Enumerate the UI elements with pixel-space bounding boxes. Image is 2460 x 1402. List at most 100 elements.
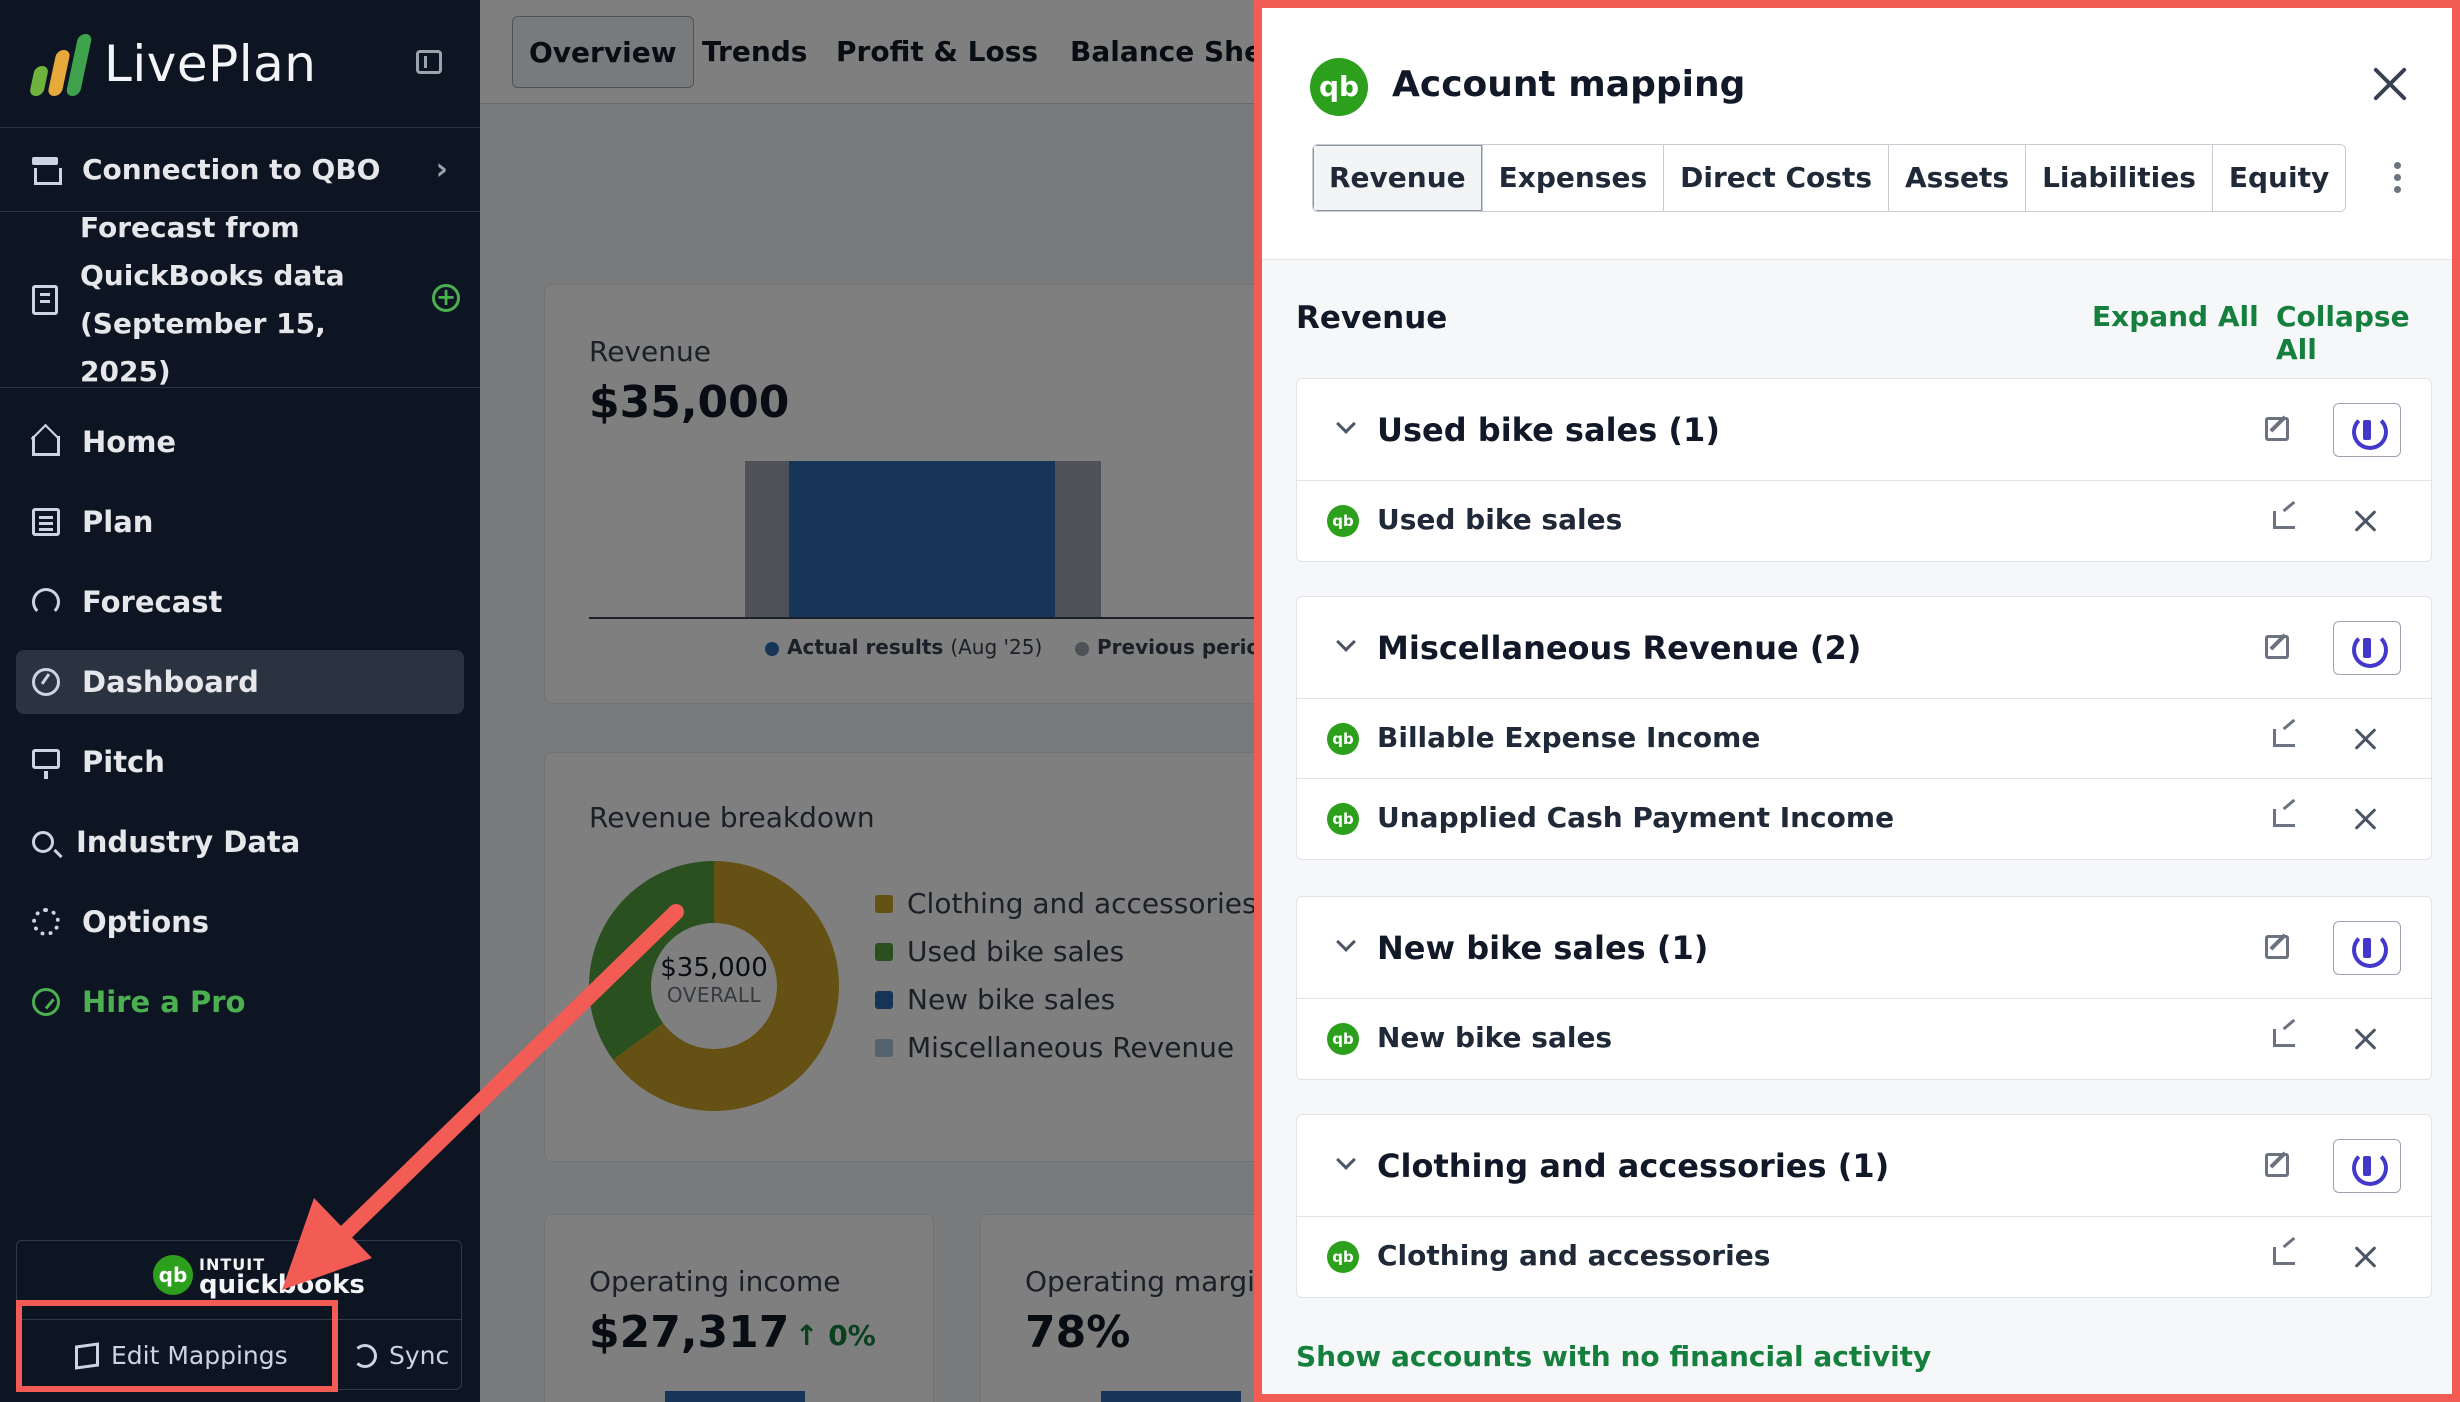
tab-assets[interactable]: Assets [1889,145,2027,211]
dashboard-icon [32,668,60,696]
section-title: Revenue [1296,300,1448,336]
move-account-icon[interactable] [2273,729,2295,747]
nav-label: Pitch [82,745,165,779]
home-icon [32,436,60,456]
chevron-down-icon[interactable] [1336,1150,1356,1170]
connection-to-qbo[interactable]: Connection to QBO › [0,128,480,212]
panel-header: qb Account mapping Revenue Expenses Dire… [1262,8,2452,260]
pitch-icon [32,749,60,779]
account-name: Used bike sales [1377,503,1623,536]
nav-label: Forecast [82,585,223,619]
nav-item-hire-a-pro[interactable]: Hire a Pro [16,970,464,1034]
forecast-source[interactable]: Forecast from QuickBooks data (September… [0,211,480,388]
brand-header: LivePlan [0,0,480,128]
group-header[interactable]: New bike sales (1) [1297,897,2431,999]
nav-item-pitch[interactable]: Pitch [16,730,464,794]
edit-icon[interactable] [2265,935,2289,959]
show-inactive-accounts-link[interactable]: Show accounts with no financial activity [1296,1340,1931,1373]
tab-direct-costs[interactable]: Direct Costs [1664,145,1890,211]
liveplan-logo-icon [28,32,93,96]
expand-all-link[interactable]: Expand All [2092,300,2259,333]
group-title: New bike sales (1) [1377,929,1709,967]
collapse-all-link[interactable]: Collapse All [2276,300,2452,366]
nav-item-plan[interactable]: Plan [16,490,464,554]
account-row: qb Clothing and accessories [1297,1217,2431,1297]
sync-label: Sync [389,1341,450,1370]
close-icon[interactable] [2370,64,2410,104]
nav-item-home[interactable]: Home [16,410,464,474]
tab-liabilities[interactable]: Liabilities [2026,145,2213,211]
mapping-group-miscellaneous-revenue: Miscellaneous Revenue (2) qb Billable Ex… [1296,596,2432,860]
sync-button[interactable]: Sync [353,1341,449,1370]
document-copy-icon [32,284,58,315]
group-title: Clothing and accessories (1) [1377,1147,1890,1185]
sidebar: LivePlan Connection to QBO › Forecast fr… [0,0,480,1402]
remove-account-icon[interactable] [2351,805,2379,833]
quickbooks-wordmark: quickbooks [199,1270,365,1300]
quickbooks-logo: qb INTUIT quickbooks [153,1255,365,1300]
connection-label: Connection to QBO [82,153,381,186]
account-row: qb Billable Expense Income [1297,699,2431,779]
account-name: New bike sales [1377,1021,1613,1054]
forecast-icon [32,588,60,616]
remap-sync-button[interactable] [2333,921,2401,975]
move-account-icon[interactable] [2273,1247,2295,1265]
group-header[interactable]: Miscellaneous Revenue (2) [1297,597,2431,699]
group-title: Used bike sales (1) [1377,411,1720,449]
tab-expenses[interactable]: Expenses [1482,145,1665,211]
edit-icon[interactable] [2265,635,2289,659]
mapping-group-used-bike-sales: Used bike sales (1) qb Used bike sales [1296,378,2432,562]
mapping-group-new-bike-sales: New bike sales (1) qb New bike sales [1296,896,2432,1080]
main-nav: Home Plan Forecast Dashboard Pitch Indus… [0,388,480,1034]
mapping-group-clothing-and-accessories: Clothing and accessories (1) qb Clothing… [1296,1114,2432,1298]
chevron-down-icon[interactable] [1336,414,1356,434]
group-header[interactable]: Clothing and accessories (1) [1297,1115,2431,1217]
plan-icon [32,508,60,536]
nav-label: Plan [82,505,154,539]
remap-sync-button[interactable] [2333,403,2401,457]
quickbooks-icon: qb [1327,803,1359,835]
nav-item-forecast[interactable]: Forecast [16,570,464,634]
tab-revenue[interactable]: Revenue [1313,145,1483,211]
brand-name: LivePlan [104,34,317,93]
remap-sync-button[interactable] [2333,1139,2401,1193]
add-forecast-icon[interactable]: + [432,284,460,312]
sidebar-collapse-icon[interactable] [416,50,442,74]
move-account-icon[interactable] [2273,511,2295,529]
nav-item-industry-data[interactable]: Industry Data [16,810,464,874]
quickbooks-icon: qb [1327,1023,1359,1055]
store-icon [32,156,62,185]
account-name: Clothing and accessories [1377,1239,1771,1272]
more-options-icon[interactable] [2394,162,2402,194]
nav-label: Dashboard [82,665,259,699]
group-header[interactable]: Used bike sales (1) [1297,379,2431,481]
account-type-tabs: Revenue Expenses Direct Costs Assets Lia… [1312,144,2347,212]
nav-label: Industry Data [76,825,301,859]
nav-item-dashboard[interactable]: Dashboard [16,650,464,714]
move-account-icon[interactable] [2273,1029,2295,1047]
remove-account-icon[interactable] [2351,1243,2379,1271]
remove-account-icon[interactable] [2351,1025,2379,1053]
chevron-down-icon[interactable] [1336,932,1356,952]
remap-sync-button[interactable] [2333,621,2401,675]
chevron-down-icon[interactable] [1336,632,1356,652]
nav-item-options[interactable]: Options [16,890,464,954]
edit-icon[interactable] [2265,417,2289,441]
tab-equity[interactable]: Equity [2212,145,2346,211]
chevron-right-icon: › [435,152,448,187]
quickbooks-icon: qb [1327,1241,1359,1273]
move-account-icon[interactable] [2273,809,2295,827]
account-row: qb Unapplied Cash Payment Income [1297,779,2431,859]
sync-icon [353,1343,377,1368]
edit-icon[interactable] [2265,1153,2289,1177]
panel-title: Account mapping [1392,64,1746,105]
remove-account-icon[interactable] [2351,507,2379,535]
remove-account-icon[interactable] [2351,725,2379,753]
account-name: Billable Expense Income [1377,721,1761,754]
forecast-line-1: Forecast from [80,210,300,244]
nav-label: Options [82,905,210,939]
gear-icon [32,908,60,936]
account-row: qb New bike sales [1297,999,2431,1079]
annotation-highlight-box [16,1300,338,1392]
quickbooks-icon: qb [1327,723,1359,755]
